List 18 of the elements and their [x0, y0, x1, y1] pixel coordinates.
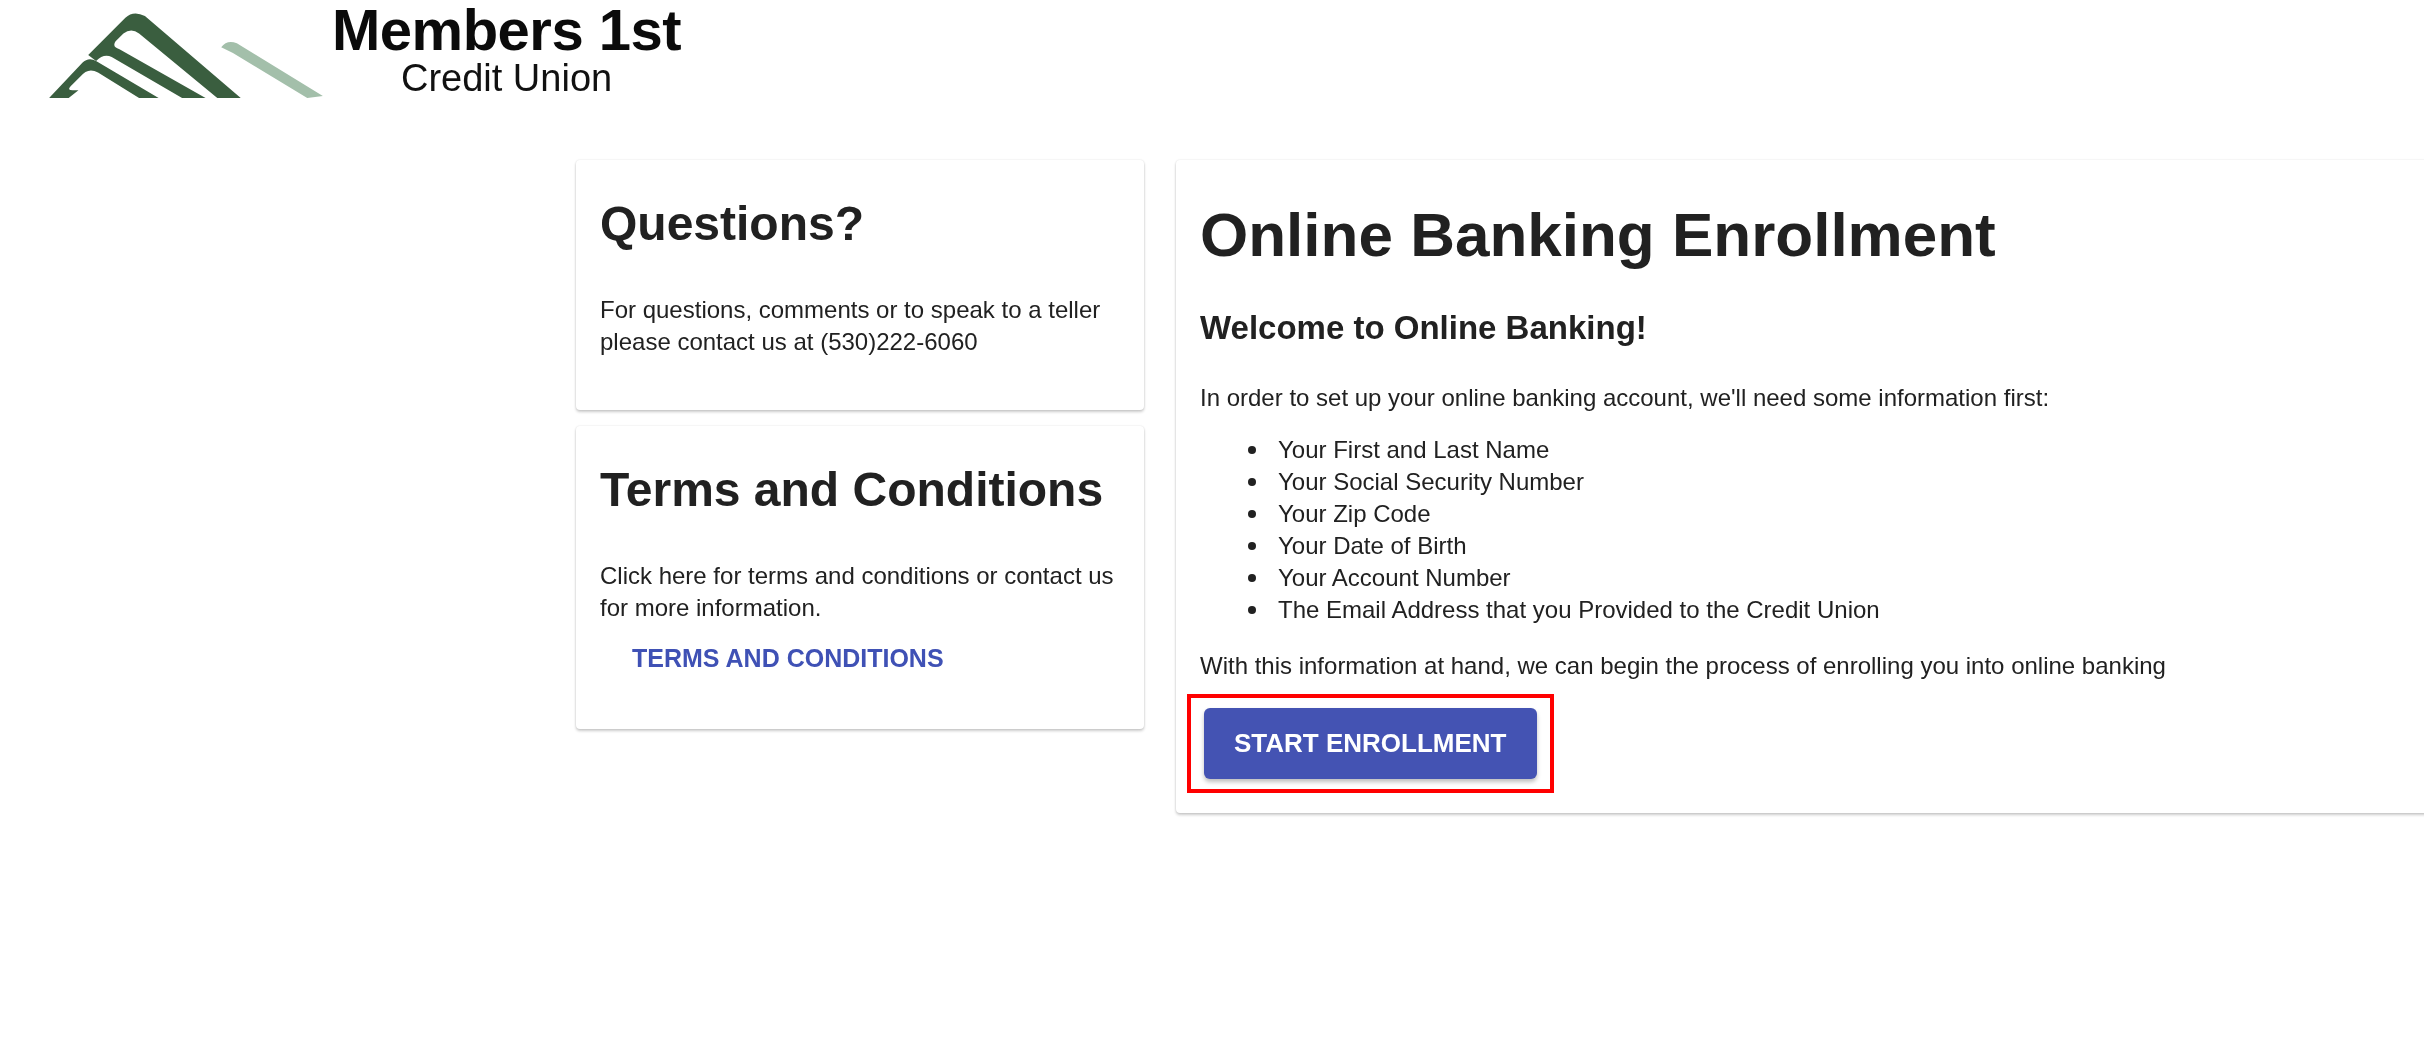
- page-title: Online Banking Enrollment: [1200, 200, 1997, 270]
- terms-text: Click here for terms and conditions or contact us for more information.: [600, 561, 1115, 623]
- card-title: Terms and Conditions: [600, 462, 1105, 518]
- logo-name: Members 1st: [332, 2, 682, 58]
- requirement-item: Your Date of Birth: [1248, 530, 2424, 562]
- start-enrollment-button[interactable]: START ENROLLMENT: [1204, 708, 1537, 779]
- requirement-item: The Email Address that you Provided to the Credit Union: [1248, 594, 2424, 626]
- closing-text: With this information at hand, we can begin the process of enrolling you into online banking: [1200, 651, 2167, 681]
- intro-text: In order to set up your online banking account, we'll need some information first:: [1200, 383, 2051, 413]
- requirement-item: Your Social Security Number: [1248, 466, 2424, 498]
- logo-subtitle: Credit Union: [400, 58, 613, 98]
- terms-link[interactable]: TERMS AND CONDITIONS: [624, 638, 952, 679]
- welcome-heading: Welcome to Online Banking!: [1200, 308, 1648, 348]
- requirement-item: Your First and Last Name: [1248, 434, 2424, 466]
- requirement-item: Your Account Number: [1248, 562, 2424, 594]
- contact-text: For questions, comments or to speak to a teller please contact us at (530)222-6060: [600, 295, 1102, 357]
- card-title: Questions?: [600, 196, 866, 252]
- requirement-item: Your Zip Code: [1248, 498, 2424, 530]
